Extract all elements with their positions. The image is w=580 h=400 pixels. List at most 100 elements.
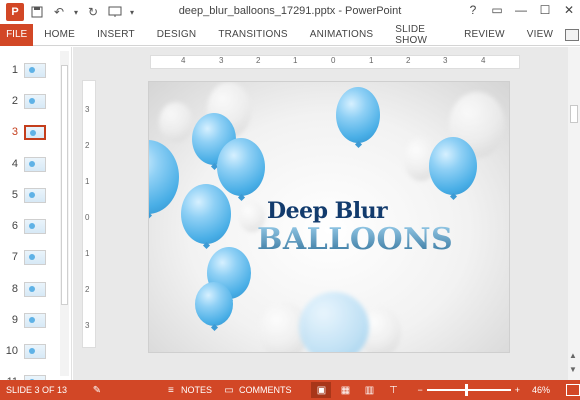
tab-insert[interactable]: INSERT	[86, 24, 146, 46]
thumbnail-slide-7[interactable]: 7	[4, 244, 54, 270]
zoom-out-button[interactable]: −	[417, 385, 422, 395]
zoom-in-button[interactable]: +	[515, 385, 520, 395]
ruler-tick: 2	[85, 141, 90, 150]
tab-animations[interactable]: ANIMATIONS	[299, 24, 384, 46]
ruler-tick: 1	[85, 249, 90, 258]
ruler-tick: 3	[443, 56, 448, 65]
slide-sorter-view-icon[interactable]: ▦	[335, 382, 355, 398]
tab-design[interactable]: DESIGN	[146, 24, 208, 46]
tab-review[interactable]: REVIEW	[453, 24, 516, 46]
balloon-blue	[195, 282, 233, 332]
thumbnail-slide-9[interactable]: 9	[4, 307, 54, 333]
thumbnail-scrollbar[interactable]	[60, 51, 69, 376]
comments-button[interactable]: ▭ COMMENTS	[222, 384, 292, 396]
comments-label: COMMENTS	[238, 385, 292, 395]
thumbnail-slide-10[interactable]: 10	[4, 338, 54, 364]
window-controls: ? ▭ — ☐ ✕	[466, 3, 576, 17]
tab-slide-show[interactable]: SLIDE SHOW	[384, 24, 453, 46]
editor-vertical-scrollbar[interactable]: ▲ ▼	[568, 47, 580, 380]
slide-canvas[interactable]: Deep Blur BALLOONS	[148, 81, 510, 353]
thumbnail-number: 7	[11, 251, 18, 263]
thumbnail-slide-6[interactable]: 6	[4, 213, 54, 239]
zoom-control: − + 46%	[417, 384, 580, 396]
editor-scroll-handle[interactable]	[570, 105, 578, 123]
fit-slide-icon[interactable]	[566, 384, 580, 396]
thumbnail-slide-5[interactable]: 5	[4, 182, 54, 208]
thumbnail-image	[24, 249, 46, 265]
thumbnail-image	[24, 312, 46, 328]
thumbnail-slide-8[interactable]: 8	[4, 276, 54, 302]
thumbnail-scroll-handle[interactable]	[61, 65, 68, 305]
ruler-tick: 1	[293, 56, 298, 65]
thumbnail-image	[24, 156, 46, 172]
ruler-tick: 2	[256, 56, 261, 65]
comments-icon: ▭	[224, 384, 234, 396]
ruler-tick: 3	[85, 321, 90, 330]
notes-label: NOTES	[180, 385, 212, 395]
balloon-blue	[429, 137, 477, 201]
tab-file[interactable]: FILE	[0, 23, 34, 46]
slide-editing-area: 4 3 2 1 0 1 2 3 4 3 2 1 0 1 2 3 Deep Blu…	[73, 47, 580, 380]
slide-show-view-icon[interactable]: ⊤	[383, 382, 403, 398]
thumbnail-image	[24, 93, 46, 109]
thumbnail-image-selected	[24, 124, 46, 140]
vertical-ruler: 3 2 1 0 1 2 3	[82, 80, 96, 348]
thumbnail-slide-3[interactable]: 3	[4, 119, 54, 145]
thumbnail-number: 4	[11, 158, 18, 170]
ribbon-tabs: FILE HOME INSERT DESIGN TRANSITIONS ANIM…	[0, 23, 580, 46]
close-icon[interactable]: ✕	[562, 3, 576, 17]
tab-transitions[interactable]: TRANSITIONS	[207, 24, 298, 46]
thumbnail-number: 3	[11, 126, 18, 138]
thumbnail-number: 10	[5, 345, 18, 357]
thumbnail-image	[24, 187, 46, 203]
tab-view[interactable]: VIEW	[516, 24, 564, 46]
status-bar: SLIDE 3 OF 13 ✎ ≡ NOTES ▭ COMMENTS ▣ ▦ ▥…	[0, 380, 580, 400]
powerpoint-window: P ↶ ▾ ↻ ▾ deep_blur_balloons_17291.pptx …	[0, 0, 580, 400]
thumbnail-number: 1	[11, 64, 18, 76]
thumbnail-number: 9	[11, 314, 18, 326]
notes-button[interactable]: ≡ NOTES	[164, 384, 212, 396]
thumbnail-number: 5	[11, 189, 18, 201]
horizontal-ruler: 4 3 2 1 0 1 2 3 4	[150, 55, 520, 69]
slide-title-line1: Deep Blur	[267, 198, 388, 224]
previous-slide-icon[interactable]: ▲	[569, 351, 577, 360]
ruler-tick: 4	[181, 56, 186, 65]
next-slide-icon[interactable]: ▼	[569, 365, 577, 374]
balloon-blurred-blue	[299, 292, 369, 352]
ruler-tick: 3	[85, 105, 90, 114]
ribbon-extra-icon[interactable]	[564, 24, 580, 46]
thumbnail-image	[24, 62, 46, 78]
ribbon-display-options-icon[interactable]: ▭	[490, 3, 504, 17]
zoom-slider[interactable]	[426, 384, 511, 396]
restore-icon[interactable]: ☐	[538, 3, 552, 17]
ruler-tick: 3	[219, 56, 224, 65]
thumbnail-slide-11[interactable]: 11	[4, 369, 54, 380]
reading-view-icon[interactable]: ▥	[359, 382, 379, 398]
help-icon[interactable]: ?	[466, 3, 480, 17]
thumbnail-image	[24, 343, 46, 359]
ruler-tick: 4	[481, 56, 486, 65]
balloon-blue	[217, 138, 265, 202]
title-bar: P ↶ ▾ ↻ ▾ deep_blur_balloons_17291.pptx …	[0, 0, 580, 24]
ruler-tick: 0	[331, 56, 336, 65]
thumbnail-number: 2	[11, 95, 18, 107]
thumbnail-number: 6	[11, 220, 18, 232]
tab-home[interactable]: HOME	[33, 24, 86, 46]
slide-counter: SLIDE 3 OF 13	[6, 385, 68, 395]
thumbnail-slide-1[interactable]: 1	[4, 57, 54, 83]
ruler-tick: 1	[85, 177, 90, 186]
minimize-icon[interactable]: —	[514, 3, 528, 17]
thumbnail-image	[24, 281, 46, 297]
ruler-tick: 2	[406, 56, 411, 65]
notes-icon: ≡	[168, 384, 174, 396]
balloon-blue	[336, 87, 380, 149]
normal-view-icon[interactable]: ▣	[311, 382, 332, 398]
zoom-level[interactable]: 46%	[532, 385, 560, 395]
thumbnail-slide-4[interactable]: 4	[4, 151, 54, 177]
thumbnail-slide-2[interactable]: 2	[4, 88, 54, 114]
zoom-slider-handle[interactable]	[465, 384, 469, 396]
slide-title-line2: BALLOONS	[149, 222, 509, 257]
spell-check-icon[interactable]: ✎	[90, 384, 104, 396]
thumbnail-number: 8	[11, 283, 18, 295]
thumbnail-image	[24, 218, 46, 234]
